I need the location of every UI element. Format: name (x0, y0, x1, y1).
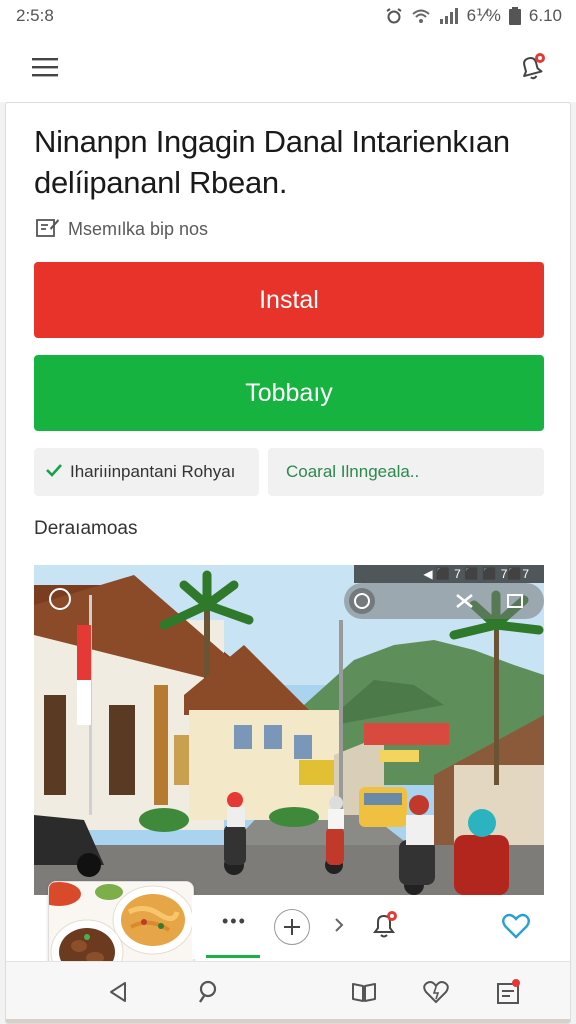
heart-icon[interactable] (502, 913, 530, 944)
chip-secondary[interactable]: Coaral Ilnngeala.. (268, 448, 544, 496)
status-bar: 2:5:8 6⅟% 6.10 (0, 0, 576, 32)
chip-verified-label: Ihariıinpantani Rohyaı (70, 462, 236, 481)
chip-secondary-label: Coaral Ilnngeala.. (286, 462, 420, 481)
book-icon[interactable] (348, 976, 380, 1008)
hamburger-menu-icon[interactable] (32, 57, 58, 77)
article-meta-text: Msemılka bip nos (68, 219, 209, 239)
status-time: 2:5:8 (16, 6, 54, 25)
bottom-navigation (6, 961, 570, 1023)
status-clock: 6.10 (528, 6, 562, 25)
article-card: Ninanpn Ingagin Danal Intarienkıan delíi… (5, 102, 571, 1024)
section-label: Deraıamoas (34, 518, 138, 539)
wifi-icon (411, 8, 431, 24)
content-preview-strip (6, 1019, 570, 1023)
more-dots-icon[interactable]: ••• (222, 911, 247, 932)
bell-icon (523, 53, 545, 80)
plus-icon (284, 919, 300, 935)
search-icon[interactable] (192, 976, 224, 1008)
signal-icon (439, 8, 459, 24)
favorites-heart-icon[interactable] (420, 976, 452, 1008)
check-icon (46, 462, 62, 482)
chevron-right-icon[interactable] (334, 917, 344, 938)
battery-icon (508, 7, 521, 25)
bell-alert-icon[interactable] (370, 911, 398, 944)
edit-note-icon (36, 216, 60, 243)
app-bar (0, 32, 576, 102)
active-tab-underline (206, 955, 260, 958)
article-meta: Msemılka bip nos (36, 216, 208, 243)
street-scene-photo[interactable]: ◀ ⬛ 7 ⬛ ⬛ 7⬛7 (34, 565, 544, 895)
install-button[interactable]: Instal (34, 262, 544, 338)
media-toolbar: ••• (192, 895, 544, 959)
calendar-icon[interactable] (492, 976, 524, 1008)
photo-overlay-counter: ◀ ⬛ 7 ⬛ ⬛ 7⬛7 (423, 567, 529, 581)
battery-percent: 6⅟% (466, 6, 501, 25)
add-button[interactable] (274, 909, 310, 945)
article-title: Ninanpn Ingagin Danal Intarienkıan delíi… (34, 124, 510, 200)
back-icon[interactable] (102, 976, 134, 1008)
notification-bell-button[interactable] (516, 52, 546, 82)
alarm-icon (385, 8, 403, 24)
status-icons: 6⅟% 6.10 (385, 6, 562, 26)
chip-verified[interactable]: Ihariıinpantani Rohyaı (34, 448, 259, 496)
secondary-action-button[interactable]: Tobbaıy (34, 355, 544, 431)
